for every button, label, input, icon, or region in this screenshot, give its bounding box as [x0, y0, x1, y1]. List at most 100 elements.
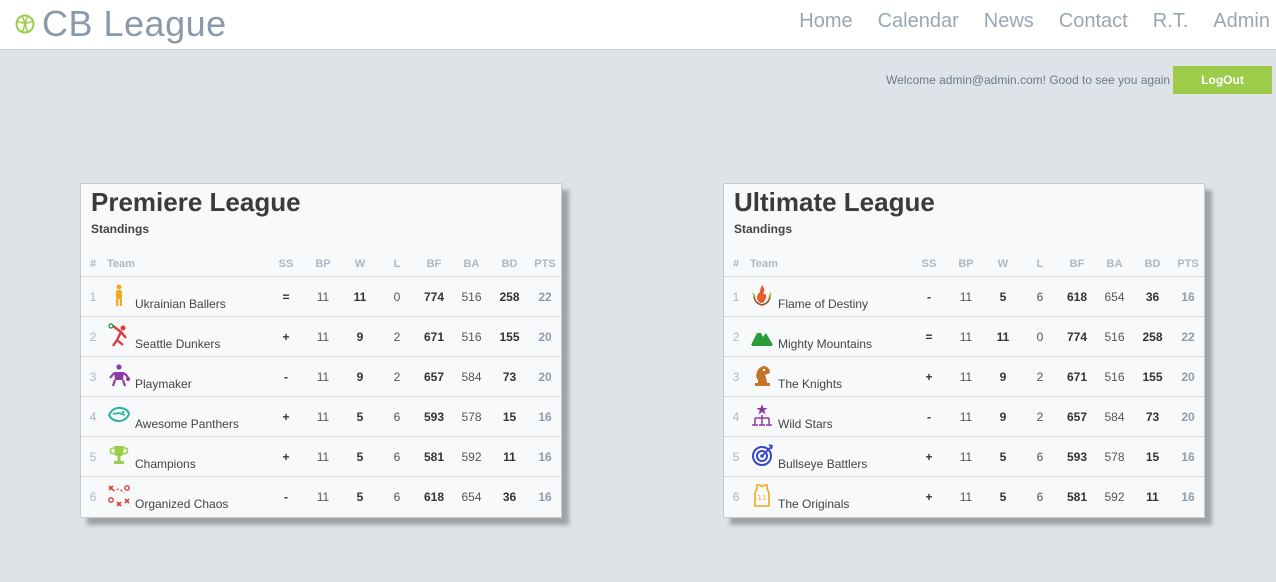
column-header[interactable]: L — [379, 251, 415, 277]
nav-contact[interactable]: Contact — [1059, 10, 1128, 33]
bf-cell: 618 — [1058, 276, 1096, 317]
table-row[interactable]: 2 Mighty Mountains = 11 11 0 774 516 258 22 — [724, 316, 1204, 357]
column-header[interactable]: # — [724, 251, 748, 277]
column-header[interactable]: BF — [1058, 251, 1096, 277]
column-header[interactable]: # — [81, 251, 105, 277]
column-header[interactable]: BF — [415, 251, 453, 277]
bd-cell: 155 — [490, 316, 529, 357]
pts-cell: 16 — [529, 436, 561, 477]
team-name[interactable]: Mighty Mountains — [778, 337, 872, 351]
w-cell: 5 — [984, 276, 1022, 317]
column-header[interactable]: SS — [267, 251, 305, 277]
l-cell: 6 — [1022, 276, 1058, 317]
team-name[interactable]: Flame of Destiny — [778, 297, 868, 311]
team-cell[interactable]: Flame of Destiny — [748, 276, 910, 317]
standings-table: # Team SS BP W L BF BA BD PTS 1 Ukrainian Ballers =… — [81, 251, 561, 516]
team-cell[interactable]: The Knights — [748, 356, 910, 397]
rank-cell: 1 — [81, 276, 105, 317]
table-row[interactable]: 3 The Knights +11 9 2 671 516 155 20 — [724, 356, 1204, 397]
table-row[interactable]: 6 Organized Chaos - 11 5 6 618 654 36 16 — [81, 477, 561, 517]
team-cell[interactable]: Ukrainian Ballers — [105, 276, 267, 317]
column-header[interactable]: SS — [910, 251, 948, 277]
table-row[interactable]: 2 Seattle Dunkers +11 9 2 671 516 155 20 — [81, 316, 561, 357]
ss-cell: + — [267, 436, 305, 477]
column-header[interactable]: BP — [948, 251, 984, 277]
bf-cell: 671 — [415, 316, 453, 357]
l-cell: 2 — [379, 356, 415, 397]
team-name[interactable]: Organized Chaos — [135, 497, 228, 511]
team-name[interactable]: Playmaker — [135, 377, 192, 391]
ba-cell: 584 — [453, 356, 490, 397]
table-row[interactable]: 4 Wild Stars -11 9 2 657 584 73 20 — [724, 396, 1204, 437]
column-header[interactable]: Team — [748, 251, 910, 277]
table-row[interactable]: 4 Awesome Panthers +11 5 6 593 578 15 16 — [81, 396, 561, 437]
svg-text:11: 11 — [758, 494, 767, 502]
table-row[interactable]: 5 Bullseye Battlers +11 5 6 593 578 15 16 — [724, 436, 1204, 477]
pts-cell: 20 — [1172, 356, 1204, 397]
team-cell[interactable]: Champions — [105, 436, 267, 477]
team-cell[interactable]: Wild Stars — [748, 396, 910, 437]
star-icon — [752, 404, 772, 426]
table-row[interactable]: 6 11 The Originals +11 5 6 581 592 11 16 — [724, 477, 1204, 517]
team-name[interactable]: Champions — [135, 457, 196, 471]
column-header[interactable]: W — [984, 251, 1022, 277]
ss-cell: + — [925, 489, 933, 504]
l-cell: 2 — [1022, 396, 1058, 437]
team-cell[interactable]: Mighty Mountains — [748, 316, 910, 357]
ba-cell: 516 — [453, 316, 490, 357]
team-name[interactable]: Ukrainian Ballers — [135, 297, 226, 311]
nav-calendar[interactable]: Calendar — [878, 10, 959, 33]
column-header[interactable]: L — [1022, 251, 1058, 277]
nav-admin[interactable]: Admin — [1213, 10, 1270, 33]
column-header[interactable]: W — [341, 251, 379, 277]
bd-cell: 36 — [1133, 276, 1172, 317]
nav-rt[interactable]: R.T. — [1153, 10, 1189, 33]
bd-cell: 15 — [490, 396, 529, 437]
table-row[interactable]: 3 Playmaker -11 9 2 657 584 73 20 — [81, 356, 561, 397]
team-name[interactable]: Bullseye Battlers — [778, 457, 867, 471]
brand[interactable]: CB League — [14, 3, 227, 44]
rank-cell: 4 — [724, 396, 748, 437]
logout-button[interactable]: LogOut — [1173, 66, 1272, 94]
column-header[interactable]: BD — [1133, 251, 1172, 277]
table-row[interactable]: 1 Flame of Destiny -11 5 6 618 654 36 16 — [724, 276, 1204, 317]
team-cell[interactable]: Bullseye Battlers — [748, 436, 910, 477]
nav-news[interactable]: News — [984, 10, 1034, 33]
team-cell[interactable]: Awesome Panthers — [105, 396, 267, 437]
nav-menu: Home Calendar News Contact R.T. Admin — [774, 10, 1270, 33]
column-header[interactable]: PTS — [529, 251, 561, 277]
team-name[interactable]: The Knights — [778, 377, 842, 391]
team-name[interactable]: Wild Stars — [778, 417, 833, 431]
league-title: Premiere League — [91, 187, 301, 217]
team-cell[interactable]: Playmaker — [105, 356, 267, 397]
ba-cell: 578 — [1096, 436, 1133, 477]
premiere-league-card: Premiere League Standings # Team SS BP W L BF B… — [80, 183, 562, 518]
bf-cell: 618 — [423, 489, 445, 504]
pts-cell: 16 — [1172, 276, 1204, 317]
team-name[interactable]: Awesome Panthers — [135, 417, 239, 431]
navbar: CB League Home Calendar News Contact R.T… — [0, 0, 1276, 50]
team-name[interactable]: Seattle Dunkers — [135, 337, 220, 351]
column-header[interactable]: BP — [305, 251, 341, 277]
column-header[interactable]: BD — [490, 251, 529, 277]
bp-cell: 11 — [948, 276, 984, 317]
table-header: # Team SS BP W L BF BA BD PTS — [724, 251, 1204, 277]
nav-home[interactable]: Home — [799, 10, 852, 33]
team-cell[interactable]: Organized Chaos — [105, 477, 267, 517]
bp-cell: 11 — [305, 356, 341, 397]
column-header[interactable]: Team — [105, 251, 267, 277]
team-name[interactable]: The Originals — [778, 497, 849, 511]
table-row[interactable]: 1 Ukrainian Ballers = 11 11 0 774 516 258 22 — [81, 276, 561, 317]
column-header[interactable]: BA — [453, 251, 490, 277]
ba-cell: 654 — [461, 489, 482, 504]
l-cell: 2 — [379, 316, 415, 357]
team-cell[interactable]: Seattle Dunkers — [105, 316, 267, 357]
team-cell[interactable]: 11 The Originals — [748, 477, 910, 517]
table-header: # Team SS BP W L BF BA BD PTS — [81, 251, 561, 277]
w-cell: 11 — [341, 276, 379, 317]
w-cell: 9 — [984, 356, 1022, 397]
column-header[interactable]: BA — [1096, 251, 1133, 277]
column-header[interactable]: PTS — [1172, 251, 1204, 277]
table-row[interactable]: 5 Champions +11 5 6 581 592 11 16 — [81, 436, 561, 477]
w-cell: 5 — [999, 489, 1007, 504]
